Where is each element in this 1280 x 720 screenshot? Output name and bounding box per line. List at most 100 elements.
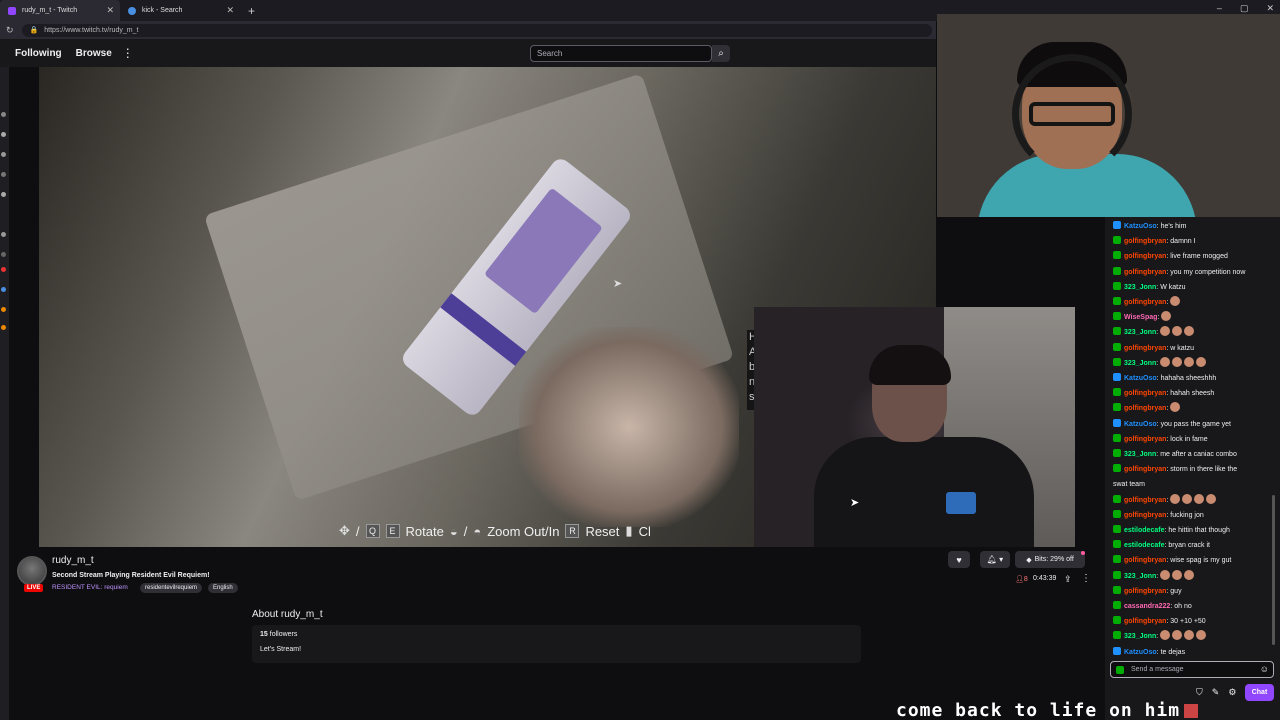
chat-emote-icon[interactable]	[1160, 630, 1171, 641]
chat-emote-icon[interactable]	[1160, 326, 1171, 337]
chat-username[interactable]: 323_Jonn	[1124, 284, 1156, 291]
chat-username[interactable]: golfingbryan	[1124, 466, 1166, 473]
chat-badge-icon[interactable]	[1113, 297, 1121, 306]
chat-emote-icon[interactable]	[1206, 493, 1217, 504]
chat-badge-icon[interactable]	[1113, 327, 1121, 336]
chat-username[interactable]: golfingbryan	[1124, 299, 1166, 306]
chat-emote-icon[interactable]	[1182, 493, 1193, 504]
chat-input[interactable]: Send a message ☺	[1110, 661, 1274, 678]
lock-icon[interactable]: 🔒	[30, 26, 39, 34]
chat-emote-icon[interactable]	[1172, 630, 1183, 641]
chat-emote-icon[interactable]	[1172, 326, 1183, 337]
chat-emote-icon[interactable]	[1161, 311, 1172, 322]
tag-english[interactable]: English	[208, 583, 238, 593]
chat-username[interactable]: cassandra222	[1124, 603, 1170, 610]
share-icon[interactable]: ⇪	[1064, 574, 1072, 585]
chat-identity-badge[interactable]	[1116, 666, 1124, 674]
shield-icon[interactable]: ⛉	[1196, 687, 1203, 698]
new-tab-button[interactable]: +	[240, 4, 263, 18]
minimize-button[interactable]: –	[1217, 3, 1222, 14]
chat-username[interactable]: golfingbryan	[1124, 497, 1166, 504]
search-button[interactable]: ⌕	[712, 45, 730, 62]
chat-emote-icon[interactable]	[1170, 296, 1181, 307]
chat-badge-icon[interactable]	[1113, 342, 1121, 351]
channel-avatar-icon[interactable]	[1, 325, 6, 330]
chat-username[interactable]: 323_Jonn	[1124, 633, 1156, 640]
close-window-button[interactable]: ✕	[1266, 3, 1274, 14]
chat-emote-icon[interactable]	[1172, 356, 1183, 367]
chat-emote-icon[interactable]	[1196, 356, 1207, 367]
chat-username[interactable]: golfingbryan	[1124, 588, 1166, 595]
chat-username[interactable]: KatzuOso	[1124, 223, 1157, 230]
chat-badge-icon[interactable]	[1113, 433, 1121, 442]
chat-badge-icon[interactable]	[1113, 281, 1121, 290]
chat-emote-icon[interactable]	[1170, 402, 1181, 413]
channel-avatar-icon[interactable]	[1, 267, 6, 272]
chat-badge-icon[interactable]	[1113, 585, 1121, 594]
channel-avatar-icon[interactable]	[1, 287, 6, 292]
following-link[interactable]: Following	[15, 48, 62, 59]
close-tab-icon[interactable]: ✕	[106, 5, 114, 16]
chat-badge-icon[interactable]	[1113, 540, 1121, 549]
chat-badge-icon[interactable]	[1113, 403, 1121, 412]
chat-username[interactable]: golfingbryan	[1124, 405, 1166, 412]
chat-username[interactable]: golfingbryan	[1124, 618, 1166, 625]
chat-badge-icon[interactable]	[1113, 555, 1121, 564]
chat-emote-icon[interactable]	[1160, 569, 1171, 580]
chat-badge-icon[interactable]	[1113, 266, 1121, 275]
chat-badge-icon[interactable]	[1113, 373, 1121, 382]
chat-username[interactable]: WiseSpag	[1124, 314, 1157, 321]
chat-badge-icon[interactable]	[1113, 236, 1121, 245]
more-options-icon[interactable]: ⋮	[1081, 573, 1091, 584]
chat-username[interactable]: 323_Jonn	[1124, 573, 1156, 580]
browse-link[interactable]: Browse	[76, 48, 112, 59]
tab-twitch[interactable]: rudy_m_t - Twitch ✕	[0, 0, 120, 21]
chat-username[interactable]: golfingbryan	[1124, 238, 1166, 245]
reload-icon[interactable]: ↻	[6, 25, 14, 36]
search-input[interactable]: Search	[530, 45, 712, 62]
channel-avatar-icon[interactable]	[1, 252, 6, 257]
channel-name[interactable]: rudy_m_t	[52, 555, 94, 566]
chat-username[interactable]: golfingbryan	[1124, 345, 1166, 352]
tag-residentevilrequiem[interactable]: residentevilrequiem	[140, 583, 203, 593]
chat-emote-icon[interactable]	[1184, 569, 1195, 580]
chat-badge-icon[interactable]	[1113, 601, 1121, 610]
chat-emote-icon[interactable]	[1196, 630, 1207, 641]
channel-avatar[interactable]	[17, 556, 47, 586]
chat-username[interactable]: KatzuOso	[1124, 421, 1157, 428]
chat-send-button[interactable]: Chat	[1245, 684, 1274, 701]
notifications-button[interactable]: 🔔︎ ▾	[980, 551, 1010, 568]
chat-badge-icon[interactable]	[1113, 312, 1121, 321]
channel-avatar-icon[interactable]	[1, 112, 6, 117]
chat-badge-icon[interactable]	[1113, 388, 1121, 397]
chat-emote-icon[interactable]	[1184, 356, 1195, 367]
chat-emote-icon[interactable]	[1194, 493, 1205, 504]
follow-button[interactable]: ♥	[948, 551, 970, 568]
chat-username[interactable]: 323_Jonn	[1124, 329, 1156, 336]
bits-button[interactable]: ◆ Bits: 29% off	[1015, 551, 1085, 568]
chat-emote-icon[interactable]	[1170, 493, 1181, 504]
chat-badge-icon[interactable]	[1113, 494, 1121, 503]
pen-icon[interactable]: ✎	[1212, 687, 1220, 698]
chat-emote-icon[interactable]	[1160, 356, 1171, 367]
chat-username[interactable]: golfingbryan	[1124, 269, 1166, 276]
chat-username[interactable]: KatzuOso	[1124, 649, 1157, 656]
url-field[interactable]: 🔒 https://www.twitch.tv/rudy_m_t	[21, 23, 932, 37]
close-tab-icon[interactable]: ✕	[226, 5, 234, 16]
chat-badge-icon[interactable]	[1113, 418, 1121, 427]
gear-icon[interactable]: ⚙	[1228, 687, 1236, 698]
channel-avatar-icon[interactable]	[1, 232, 6, 237]
chat-username[interactable]: estilodecafe	[1124, 542, 1164, 549]
game-category-link[interactable]: RESIDENT EVIL: requiem	[52, 584, 128, 591]
chat-username[interactable]: estilodecafe	[1124, 527, 1164, 534]
channel-avatar-icon[interactable]	[1, 152, 6, 157]
chat-badge-icon[interactable]	[1113, 449, 1121, 458]
maximize-button[interactable]: ▢	[1240, 3, 1249, 14]
chat-emote-icon[interactable]	[1184, 326, 1195, 337]
chat-badge-icon[interactable]	[1113, 251, 1121, 260]
chat-username[interactable]: golfingbryan	[1124, 390, 1166, 397]
chat-username[interactable]: 323_Jonn	[1124, 451, 1156, 458]
channel-avatar-icon[interactable]	[1, 192, 6, 197]
more-menu-icon[interactable]: ⋮	[122, 46, 134, 60]
chat-emote-icon[interactable]	[1172, 569, 1183, 580]
